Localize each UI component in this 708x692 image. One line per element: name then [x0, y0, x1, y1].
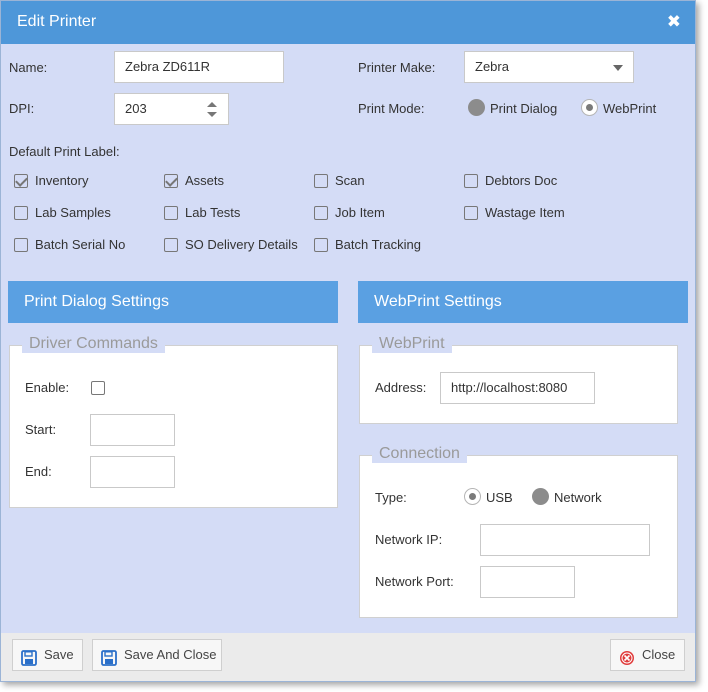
- end-input[interactable]: [90, 456, 175, 488]
- checkbox-lab-tests[interactable]: [164, 206, 178, 220]
- checkbox-job-item[interactable]: [314, 206, 328, 220]
- dpi-label: DPI:: [9, 101, 35, 116]
- radio-network-label: Network: [554, 490, 602, 505]
- dialog-title: Edit Printer: [17, 13, 97, 30]
- type-label: Type:: [375, 490, 407, 505]
- webprint-settings-header: WebPrint Settings: [358, 281, 688, 323]
- network-port-input[interactable]: [480, 566, 575, 598]
- network-ip-label: Network IP:: [375, 532, 443, 547]
- print-dialog-settings-header: Print Dialog Settings: [8, 281, 338, 323]
- checkbox-lab-tests-label: Lab Tests: [185, 205, 241, 220]
- chevron-down-icon: [613, 65, 623, 71]
- checkbox-batch-tracking-label: Batch Tracking: [335, 237, 421, 252]
- checkbox-debtors-doc-label: Debtors Doc: [485, 173, 558, 188]
- checkbox-batch-serial-no-label: Batch Serial No: [35, 237, 126, 252]
- checkbox-lab-samples-label: Lab Samples: [35, 205, 111, 220]
- title-bar: Edit Printer ✖: [1, 1, 695, 44]
- checkbox-scan[interactable]: [314, 174, 328, 188]
- checkbox-wastage-item[interactable]: [464, 206, 478, 220]
- default-print-label-heading: Default Print Label:: [9, 144, 120, 159]
- network-ip-input[interactable]: [480, 524, 650, 556]
- end-label: End:: [25, 464, 52, 479]
- close-button-label: Close: [642, 647, 676, 662]
- radio-print-dialog-label: Print Dialog: [490, 101, 558, 116]
- printer-make-value: Zebra: [475, 59, 509, 74]
- start-input[interactable]: [90, 414, 175, 446]
- checkbox-inventory-label: Inventory: [35, 173, 89, 188]
- close-circle-icon: [619, 647, 635, 677]
- checkbox-so-delivery-details[interactable]: [164, 238, 178, 252]
- checkbox-inventory[interactable]: [14, 174, 28, 188]
- connection-legend: Connection: [372, 445, 467, 463]
- network-port-label: Network Port:: [375, 574, 454, 589]
- address-input[interactable]: http://localhost:8080: [440, 372, 595, 404]
- checkbox-scan-label: Scan: [335, 173, 365, 188]
- name-label: Name:: [9, 60, 48, 75]
- spin-up-icon[interactable]: [207, 102, 217, 107]
- save-icon: [21, 647, 37, 677]
- checkbox-job-item-label: Job Item: [335, 205, 385, 220]
- radio-webprint-label: WebPrint: [603, 101, 657, 116]
- save-and-close-button-label: Save And Close: [124, 647, 217, 662]
- checkbox-debtors-doc[interactable]: [464, 174, 478, 188]
- edit-printer-dialog: Edit Printer ✖ Name: Zebra ZD611R Printe…: [0, 0, 696, 682]
- address-label: Address:: [375, 380, 427, 395]
- close-button[interactable]: Close: [610, 639, 685, 671]
- printer-make-select[interactable]: Zebra: [464, 51, 634, 83]
- checkbox-so-delivery-details-label: SO Delivery Details: [185, 237, 298, 252]
- save-and-close-button[interactable]: Save And Close: [92, 639, 222, 671]
- checkbox-wastage-item-label: Wastage Item: [485, 205, 565, 220]
- enable-label: Enable:: [25, 380, 70, 395]
- dpi-stepper[interactable]: 203: [114, 93, 229, 125]
- dpi-value: 203: [125, 101, 147, 116]
- name-input[interactable]: Zebra ZD611R: [114, 51, 284, 83]
- save-button-label: Save: [44, 647, 74, 662]
- radio-webprint[interactable]: [581, 99, 598, 116]
- radio-usb-label: USB: [486, 490, 513, 505]
- printer-make-label: Printer Make:: [358, 60, 436, 75]
- radio-usb[interactable]: [464, 488, 481, 505]
- checkbox-batch-serial-no[interactable]: [14, 238, 28, 252]
- enable-checkbox[interactable]: [91, 381, 105, 395]
- dialog-footer: Save Save And Close Close: [1, 633, 695, 681]
- checkbox-batch-tracking[interactable]: [314, 238, 328, 252]
- driver-commands-legend: Driver Commands: [22, 335, 165, 353]
- start-label: Start:: [25, 422, 57, 437]
- webprint-legend: WebPrint: [372, 335, 452, 353]
- checkbox-lab-samples[interactable]: [14, 206, 28, 220]
- print-mode-label: Print Mode:: [358, 101, 425, 116]
- spin-down-icon[interactable]: [207, 112, 217, 117]
- checkbox-assets[interactable]: [164, 174, 178, 188]
- save-icon: [101, 647, 117, 677]
- close-icon[interactable]: ✖: [667, 12, 681, 32]
- radio-network[interactable]: [532, 488, 549, 505]
- checkbox-assets-label: Assets: [185, 173, 225, 188]
- radio-print-dialog[interactable]: [468, 99, 485, 116]
- save-button[interactable]: Save: [12, 639, 83, 671]
